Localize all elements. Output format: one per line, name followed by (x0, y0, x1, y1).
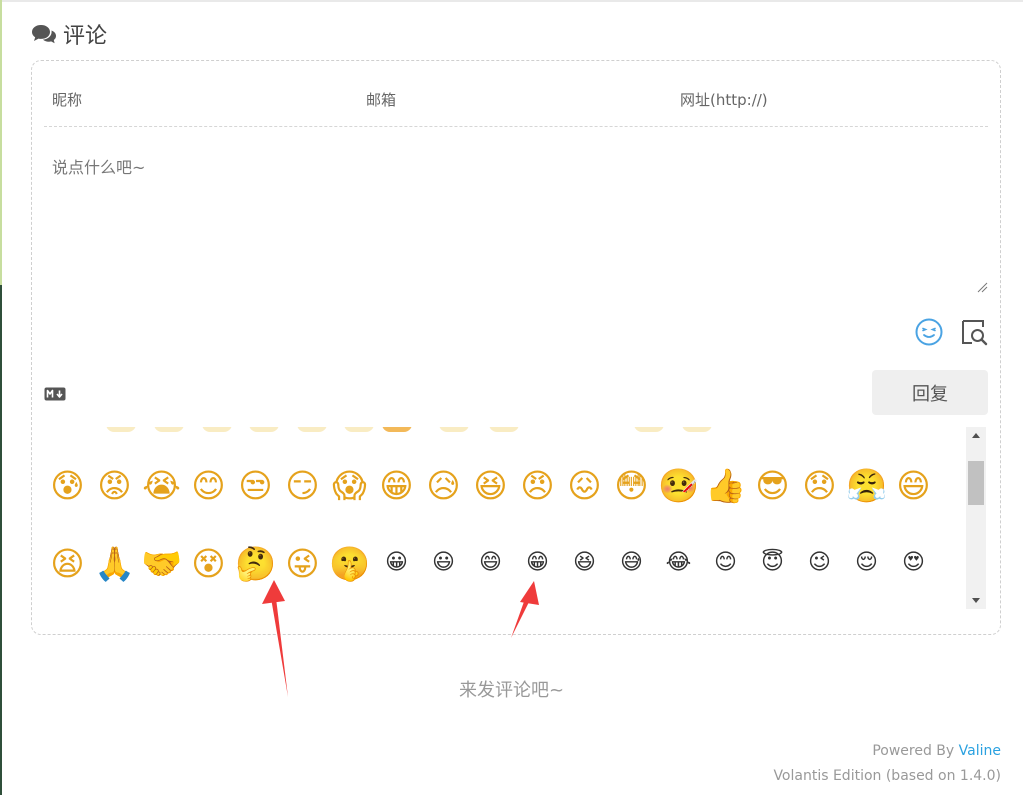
preview-search-icon[interactable] (959, 317, 989, 347)
emoji-button[interactable]: 🙏 (91, 533, 138, 593)
comment-textarea[interactable] (44, 146, 988, 294)
emoji-button[interactable]: 😖 (561, 455, 608, 515)
nickname-input[interactable] (44, 80, 356, 120)
emoji-button[interactable]: 😜 (279, 533, 326, 593)
powered-by-line: Powered By Valine (872, 743, 1001, 759)
emoji-button[interactable]: 😁 (514, 533, 561, 593)
emoji-button[interactable]: 😅 (608, 533, 655, 593)
emoji-button[interactable]: 😊 (185, 455, 232, 515)
reply-button[interactable]: 回复 (872, 370, 988, 415)
edition-text: Volantis Edition (based on 1.4.0) (773, 768, 1001, 784)
emoji-button[interactable]: 😠 (514, 455, 561, 515)
emoji-button[interactable]: 👍 (702, 455, 749, 515)
textarea-resize-grip-icon[interactable] (976, 281, 988, 293)
emoji-button[interactable]: 🤔 (232, 533, 279, 593)
emoji-button[interactable]: 😒 (232, 455, 279, 515)
emoji-button[interactable]: 😀 (373, 533, 420, 593)
emoji-button[interactable]: 😁 (373, 455, 420, 515)
emoji-button[interactable]: 😏 (279, 455, 326, 515)
emoji-button[interactable]: 🤒 (655, 455, 702, 515)
comments-icon (32, 25, 56, 44)
emoji-button[interactable]: 😍 (890, 533, 937, 593)
emoji-button[interactable]: 😥 (420, 455, 467, 515)
page-left-edge-light (0, 0, 2, 285)
emoji-button[interactable]: 😉 (796, 533, 843, 593)
emoji-row-1: 😰 😡 😭 😊 😒 😏 😱 😁 😥 😆 😠 😖 😳 🤒 👍 😎 😞 😤 😄 (44, 455, 964, 515)
emoji-button[interactable]: 😇 (749, 533, 796, 593)
emoji-button[interactable]: 😡 (91, 455, 138, 515)
emoji-button[interactable]: 😫 (44, 533, 91, 593)
scroll-up-arrow-icon[interactable] (966, 427, 986, 445)
page-top-edge (0, 0, 1023, 2)
scrollbar-thumb[interactable] (968, 461, 984, 505)
emoji-panel: 😰 😡 😭 😊 😒 😏 😱 😁 😥 😆 😠 😖 😳 🤒 👍 😎 😞 😤 😄 😫 … (44, 427, 988, 610)
empty-comments-hint: 来发评论吧~ (458, 680, 565, 701)
emoji-button[interactable]: 😊 (702, 533, 749, 593)
emoji-button[interactable]: 😞 (796, 455, 843, 515)
emoji-button[interactable]: 😤 (843, 455, 890, 515)
comment-form-header (44, 80, 988, 127)
page-left-edge-dark (0, 285, 2, 795)
emoji-button[interactable]: 😄 (467, 533, 514, 593)
email-input[interactable] (358, 80, 670, 120)
comments-section-title: 评论 (31, 19, 107, 49)
emoji-button[interactable]: 😭 (138, 455, 185, 515)
emoji-button[interactable]: 😌 (843, 533, 890, 593)
emoji-panel-scrollbar[interactable] (966, 427, 986, 609)
emoji-button[interactable]: 😰 (44, 455, 91, 515)
emoji-button[interactable]: 😃 (420, 533, 467, 593)
website-input[interactable] (672, 80, 984, 120)
emoji-button[interactable]: 😳 (608, 455, 655, 515)
emoji-row-2: 😫 🙏 🤝 😵 🤔 😜 🤫 😀 😃 😄 😁 😆 😅 😂 😊 😇 😉 😌 😍 (44, 533, 964, 593)
emoji-button[interactable]: 😆 (467, 455, 514, 515)
scroll-down-arrow-icon[interactable] (966, 591, 986, 609)
section-title-text: 评论 (63, 24, 108, 49)
emoji-button[interactable]: 😵 (185, 533, 232, 593)
powered-by-text: Powered By (872, 743, 955, 759)
emoji-row-partially-scrolled (44, 427, 964, 433)
smiley-face-icon[interactable] (914, 317, 944, 347)
valine-link[interactable]: Valine (959, 743, 1001, 759)
emoji-button[interactable]: 😎 (749, 455, 796, 515)
markdown-icon[interactable] (44, 387, 66, 401)
emoji-button[interactable]: 🤝 (138, 533, 185, 593)
comment-form-panel: 回复 😰 😡 😭 😊 😒 😏 😱 😁 😥 😆 😠 😖 😳 🤒 👍 😎 (31, 60, 1001, 635)
emoji-button[interactable]: 😆 (561, 533, 608, 593)
emoji-button[interactable]: 🤫 (326, 533, 373, 593)
emoji-button[interactable]: 😂 (655, 533, 702, 593)
emoji-button[interactable]: 😱 (326, 455, 373, 515)
emoji-button[interactable]: 😄 (890, 455, 937, 515)
